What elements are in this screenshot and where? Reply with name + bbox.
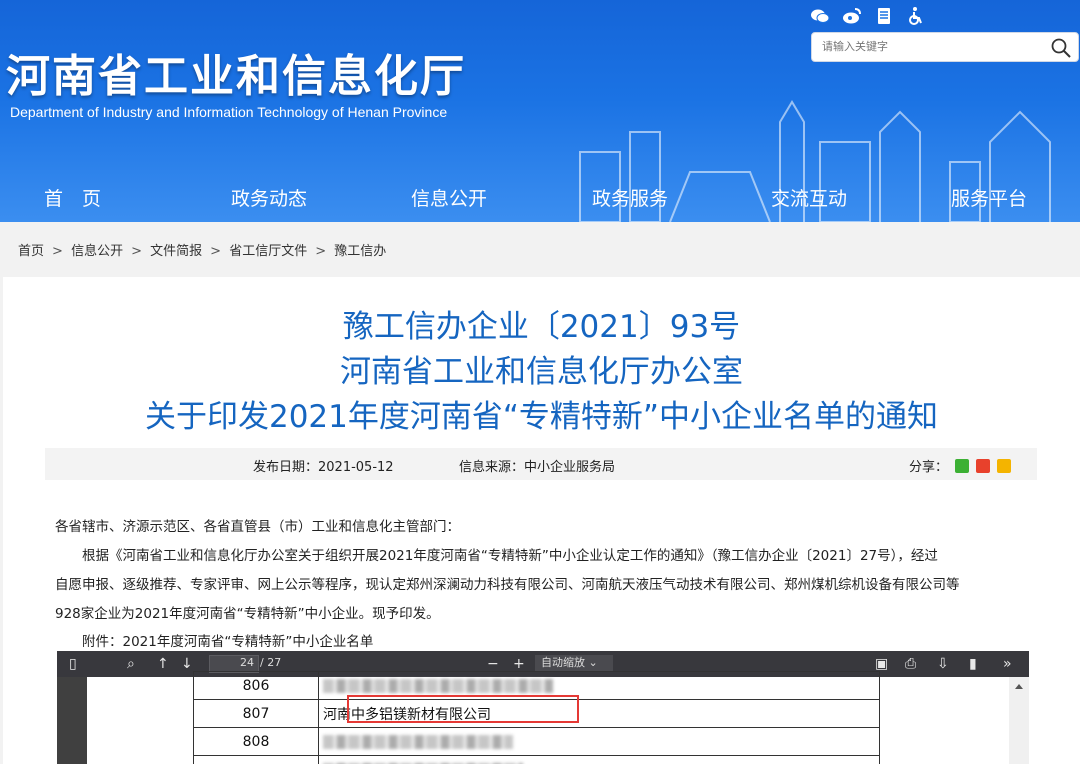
nav-info-disclosure[interactable]: 信息公开 <box>411 184 487 211</box>
body-paragraph-line: 928家企业为2021年度河南省“专精特新”中小企业。现予印发。 <box>55 606 440 622</box>
body-paragraph-line: 自愿申报、逐级推荐、专家评审、网上公示等程序，现认定郑州深澜动力科技有限公司、河… <box>55 577 960 593</box>
qq-share-icon[interactable] <box>997 459 1012 473</box>
document-icon[interactable] <box>874 6 894 26</box>
attachment-line[interactable]: 附件：2021年度河南省“专精特新”中小企业名单 <box>55 630 373 650</box>
notice-title: 关于印发2021年度河南省“专精特新”中小企业名单的通知 <box>144 399 938 435</box>
publish-date: 发布日期：2021-05-12 <box>253 460 394 475</box>
breadcrumb-separator: > <box>131 244 142 259</box>
highlight-box <box>347 695 579 723</box>
bookmark-icon[interactable]: ▮ <box>969 655 977 673</box>
search-input[interactable] <box>820 39 1044 54</box>
site-title: 河南省工业和信息化厅 <box>6 51 466 102</box>
zoom-select-value: 自动缩放 <box>541 656 585 669</box>
pdf-viewer: ▯ ⌕ ↑ ↓ 24 / 27 − + 自动缩放 ⌄ ▣ ⎙ ⇩ ▮ » 806… <box>57 651 1029 764</box>
download-icon[interactable]: ⇩ <box>937 655 949 673</box>
breadcrumb-separator: > <box>52 244 63 259</box>
body-paragraph-line: 根据《河南省工业和信息化厅办公室关于组织开展2021年度河南省“专精特新”中小企… <box>55 548 938 564</box>
weibo-icon[interactable] <box>842 6 862 26</box>
find-icon[interactable]: ⌕ <box>127 655 135 673</box>
breadcrumb-documents[interactable]: 文件简报 <box>150 244 202 259</box>
next-page-icon[interactable]: ↓ <box>181 655 193 673</box>
pdf-scrollbar[interactable] <box>1009 677 1029 764</box>
breadcrumb-separator: > <box>210 244 222 259</box>
main-nav: 首 页 政务动态 信息公开 政务服务 交流互动 服务平台 <box>0 178 1080 214</box>
article-panel: 豫工信办企业〔2021〕93号 河南省工业和信息化厅办公室 关于印发2021年度… <box>3 277 1080 764</box>
company-name-redacted <box>318 727 880 756</box>
wechat-share-icon[interactable] <box>955 459 970 473</box>
pdf-page: 806 807 河南中多铝镁新材有限公司 808 <box>87 671 1009 764</box>
table-row <box>193 755 880 764</box>
row-number <box>193 755 319 764</box>
doc-number-title: 豫工信办企业〔2021〕93号 <box>342 309 741 345</box>
row-number: 808 <box>193 727 319 756</box>
site-header: 河南省工业和信息化厅 Department of Industry and In… <box>0 0 1080 222</box>
print-icon[interactable]: ⎙ <box>905 655 916 673</box>
row-number: 807 <box>193 699 319 728</box>
sidebar-toggle-icon[interactable]: ▯ <box>69 655 77 673</box>
zoom-select[interactable]: 自动缩放 ⌄ <box>535 655 613 671</box>
previous-page-icon[interactable]: ↑ <box>157 655 169 673</box>
top-icons <box>810 6 926 26</box>
breadcrumb-separator: > <box>315 244 327 259</box>
nav-interaction[interactable]: 交流互动 <box>771 184 847 211</box>
accessibility-icon[interactable] <box>906 6 926 26</box>
redaction-blur <box>323 678 553 693</box>
breadcrumb-home[interactable]: 首页 <box>18 244 44 259</box>
share-area: 分享： <box>909 456 1012 475</box>
breadcrumb-dept-files[interactable]: 省工信厅文件 <box>229 244 307 259</box>
site-subtitle: Department of Industry and Information T… <box>10 104 448 120</box>
page-total: / 27 <box>260 656 282 669</box>
redaction-blur <box>323 734 513 749</box>
search-icon[interactable] <box>1050 37 1072 59</box>
search-box <box>811 32 1079 62</box>
weibo-share-icon[interactable] <box>976 459 991 473</box>
company-name-redacted <box>318 755 880 764</box>
tools-icon[interactable]: » <box>1003 655 1012 673</box>
breadcrumb-info-disclosure[interactable]: 信息公开 <box>71 244 123 259</box>
scroll-up-icon[interactable] <box>1009 677 1029 697</box>
row-number: 806 <box>193 671 319 700</box>
info-source: 信息来源：中小企业服务局 <box>459 460 616 475</box>
breadcrumb: 首页 > 信息公开 > 文件简报 > 省工信厅文件 > 豫工信办 <box>18 240 390 259</box>
nav-services[interactable]: 政务服务 <box>592 184 668 211</box>
body-salutation: 各省辖市、济源示范区、各省直管县（市）工业和信息化主管部门： <box>55 519 460 535</box>
table-row: 808 <box>193 727 880 756</box>
wechat-icon[interactable] <box>810 6 830 26</box>
issuer-title: 河南省工业和信息化厅办公室 <box>340 354 743 390</box>
breadcrumb-current[interactable]: 豫工信办 <box>334 244 386 259</box>
nav-news[interactable]: 政务动态 <box>231 184 307 211</box>
share-label: 分享： <box>909 460 949 475</box>
nav-service-platform[interactable]: 服务平台 <box>951 184 1027 211</box>
nav-home[interactable]: 首 页 <box>44 184 101 211</box>
article-meta-bar: 发布日期：2021-05-12 信息来源：中小企业服务局 分享： <box>45 448 1037 480</box>
